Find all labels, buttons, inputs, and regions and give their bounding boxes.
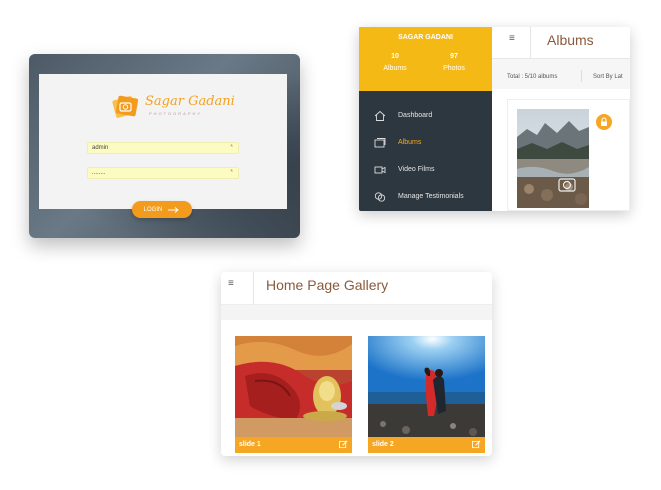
video-icon [374, 166, 386, 174]
sidebar-item-video-films[interactable]: Video Films [359, 161, 492, 179]
home-gallery-card: ≡ Home Page Gallery slide 1 slide 2 [221, 272, 492, 456]
albums-total: Total : 5/10 albums [507, 74, 558, 80]
gallery-slide-1[interactable]: slide 1 [235, 336, 352, 453]
password-field[interactable]: ........ * [87, 167, 239, 179]
edit-icon[interactable] [472, 440, 481, 449]
home-icon [374, 110, 386, 121]
slide-1-image [235, 336, 352, 437]
gallery-topbar: ≡ Home Page Gallery [221, 272, 492, 305]
brand-subtitle: PHOTOGRAPHY [149, 111, 203, 116]
password-value: ........ [92, 170, 106, 176]
menu-toggle-icon[interactable]: ≡ [509, 33, 515, 44]
slide-2-image [368, 336, 485, 437]
albums-icon [374, 138, 386, 148]
slide-1-caption-bar: slide 1 [235, 437, 352, 453]
menu-toggle-icon[interactable]: ≡ [228, 278, 234, 289]
stat-photos: 97 Photos [424, 53, 484, 72]
slide-2-caption-bar: slide 2 [368, 437, 485, 453]
sidebar-item-label: Dashboard [398, 112, 433, 119]
sidebar-item-label: Manage Testimonials [398, 193, 464, 200]
sidebar: SAGAR GADANI 10 Albums 97 Photos Dashboa… [359, 27, 492, 211]
page-title: Albums [547, 32, 594, 48]
sidebar-item-label: Albums [398, 139, 422, 146]
albums-topbar: ≡ Albums [492, 27, 630, 59]
required-mark: * [230, 169, 233, 176]
albums-admin-card: SAGAR GADANI 10 Albums 97 Photos Dashboa… [359, 27, 630, 211]
required-mark: * [230, 144, 233, 151]
page-title: Home Page Gallery [266, 277, 389, 293]
lock-icon [596, 114, 612, 130]
sidebar-item-label: Video Films [398, 166, 435, 173]
camera-logo-icon [112, 95, 139, 118]
login-button[interactable]: LOGIN [132, 201, 192, 218]
stat-albums-label: Albums [383, 65, 407, 72]
stat-photos-value: 97 [450, 53, 458, 60]
gallery-toolbar-strip [221, 305, 492, 320]
stat-photos-label: Photos [443, 65, 465, 72]
arrow-right-icon [168, 206, 180, 213]
sidebar-item-dashboard[interactable]: Dashboard [359, 107, 492, 125]
brand-logo: Sagar Gadani PHOTOGRAPHY [111, 92, 235, 122]
sort-dropdown[interactable]: Sort By Lat [593, 74, 623, 80]
sidebar-item-testimonials[interactable]: Manage Testimonials [359, 188, 492, 206]
toolbar-divider [581, 70, 582, 82]
username-field[interactable]: admin * [87, 142, 239, 154]
topbar-divider [530, 27, 531, 59]
album-cover-image [517, 109, 589, 208]
login-panel: Sagar Gadani PHOTOGRAPHY admin * .......… [39, 74, 287, 209]
stat-albums: 10 Albums [365, 53, 425, 72]
albums-toolbar: Total : 5/10 albums Sort By Lat [492, 59, 630, 89]
gallery-slide-2[interactable]: slide 2 [368, 336, 485, 453]
sidebar-user-name: SAGAR GADANI [398, 34, 453, 41]
testimonials-icon [374, 192, 386, 202]
topbar-divider [253, 272, 254, 305]
sidebar-item-albums[interactable]: Albums [359, 134, 492, 152]
username-value: admin [92, 145, 109, 151]
login-button-label: LOGIN [143, 206, 163, 213]
sidebar-header: SAGAR GADANI 10 Albums 97 Photos [359, 27, 492, 91]
slide-caption: slide 2 [372, 441, 394, 448]
slide-caption: slide 1 [239, 441, 261, 448]
stat-albums-value: 10 [391, 53, 399, 60]
edit-icon[interactable] [339, 440, 348, 449]
brand-name: Sagar Gadani [145, 94, 235, 109]
